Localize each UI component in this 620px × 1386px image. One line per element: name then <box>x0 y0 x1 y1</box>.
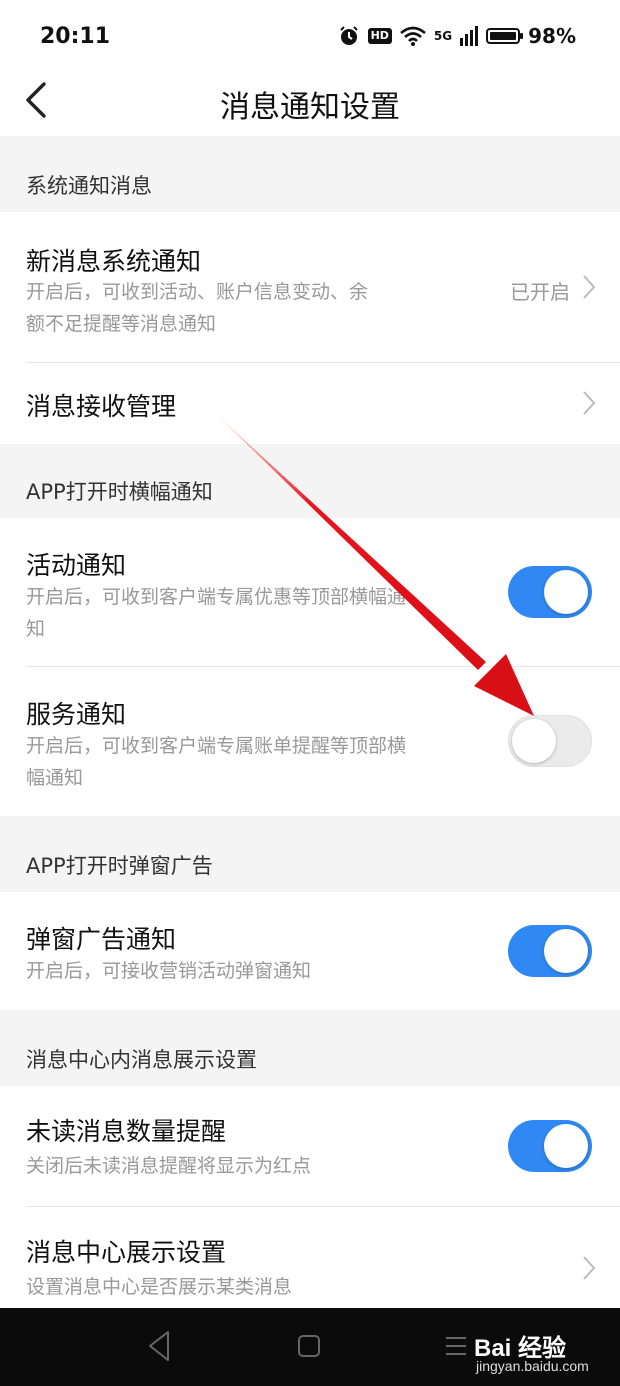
toggle-knob <box>544 929 588 973</box>
status-icons: HD 5G 98% <box>338 24 576 48</box>
wifi-icon <box>400 26 426 46</box>
row-unread-count-reminder: 未读消息数量提醒 关闭后未读消息提醒将显示为红点 <box>0 1086 620 1206</box>
row-new-message-system-notify[interactable]: 新消息系统通知 开启后，可收到活动、账户信息变动、余额不足提醒等消息通知 已开启 <box>0 212 620 362</box>
watermark-url: jingyan.baidu.com <box>476 1358 589 1374</box>
section-header-popup: APP打开时弹窗广告 <box>0 816 620 892</box>
hd-badge: HD <box>367 28 392 44</box>
row-message-center-display[interactable]: 消息中心展示设置 设置消息中心是否展示某类消息 <box>0 1207 620 1308</box>
row-desc: 关闭后未读消息提醒将显示为红点 <box>26 1155 312 1177</box>
row-desc: 开启后，可收到活动、账户信息变动、余额不足提醒等消息通知 <box>26 281 369 335</box>
service-notify-toggle[interactable] <box>508 715 592 767</box>
chevron-right-icon <box>583 1256 596 1280</box>
row-message-receive-manage[interactable]: 消息接收管理 <box>0 363 620 444</box>
row-title: 未读消息数量提醒 <box>26 1117 227 1146</box>
network-label: 5G <box>433 29 453 43</box>
card-banner: 活动通知 开启后，可收到客户端专属优惠等顶部横幅通知 服务通知 开启后，可收到客… <box>0 518 620 816</box>
row-service-notify: 服务通知 开启后，可收到客户端专属账单提醒等顶部横幅通知 <box>0 667 620 816</box>
chevron-right-icon <box>583 391 596 415</box>
section-title: 系统通知消息 <box>26 174 152 198</box>
row-desc: 开启后，可收到客户端专属优惠等顶部横幅通知 <box>26 586 407 640</box>
toggle-knob <box>544 1124 588 1168</box>
card-popup: 弹窗广告通知 开启后，可接收营销活动弹窗通知 <box>0 892 620 1010</box>
popup-ad-notify-toggle[interactable] <box>508 925 592 977</box>
battery-icon <box>486 28 524 44</box>
row-title: 活动通知 <box>26 551 127 580</box>
section-title: APP打开时弹窗广告 <box>26 854 213 878</box>
row-title: 消息接收管理 <box>26 392 177 421</box>
activity-notify-toggle[interactable] <box>508 566 592 618</box>
row-title: 消息中心展示设置 <box>26 1238 227 1267</box>
battery-percent: 98% <box>528 24 576 48</box>
header: 消息通知设置 <box>0 76 620 136</box>
row-desc: 开启后，可收到客户端专属账单提醒等顶部横幅通知 <box>26 735 407 789</box>
nav-menu-icon[interactable] <box>444 1328 468 1364</box>
section-title: 消息中心内消息展示设置 <box>26 1048 257 1072</box>
nav-back-icon[interactable] <box>146 1328 172 1364</box>
toggle-knob <box>512 719 556 763</box>
row-popup-ad-notify: 弹窗广告通知 开启后，可接收营销活动弹窗通知 <box>0 892 620 1010</box>
row-desc: 开启后，可接收营销活动弹窗通知 <box>26 960 312 982</box>
row-desc: 设置消息中心是否展示某类消息 <box>26 1276 293 1298</box>
status-time: 20:11 <box>40 24 111 49</box>
page-title: 消息通知设置 <box>220 90 400 125</box>
nav-home-icon[interactable] <box>296 1328 322 1364</box>
row-title: 服务通知 <box>26 700 127 729</box>
status-bar: 20:11 HD 5G 98% <box>0 0 620 76</box>
row-title: 新消息系统通知 <box>26 247 202 276</box>
signal-icon <box>460 26 479 46</box>
section-header-banner: APP打开时横幅通知 <box>0 444 620 518</box>
alarm-icon <box>339 26 358 45</box>
card-message-center: 未读消息数量提醒 关闭后未读消息提醒将显示为红点 消息中心展示设置 设置消息中心… <box>0 1086 620 1308</box>
section-header-system: 系统通知消息 <box>0 136 620 212</box>
section-header-message-center: 消息中心内消息展示设置 <box>0 1010 620 1086</box>
card-system: 新消息系统通知 开启后，可收到活动、账户信息变动、余额不足提醒等消息通知 已开启… <box>0 212 620 444</box>
section-title: APP打开时横幅通知 <box>26 480 213 504</box>
enabled-status: 已开启 <box>510 280 570 304</box>
battery-fill <box>490 32 516 40</box>
nav-bar: Bai 经验 jingyan.baidu.com <box>0 1308 620 1386</box>
row-title: 弹窗广告通知 <box>26 925 177 954</box>
row-activity-notify: 活动通知 开启后，可收到客户端专属优惠等顶部横幅通知 <box>0 518 620 666</box>
chevron-right-icon <box>583 275 596 299</box>
toggle-knob <box>544 570 588 614</box>
unread-count-toggle[interactable] <box>508 1120 592 1172</box>
